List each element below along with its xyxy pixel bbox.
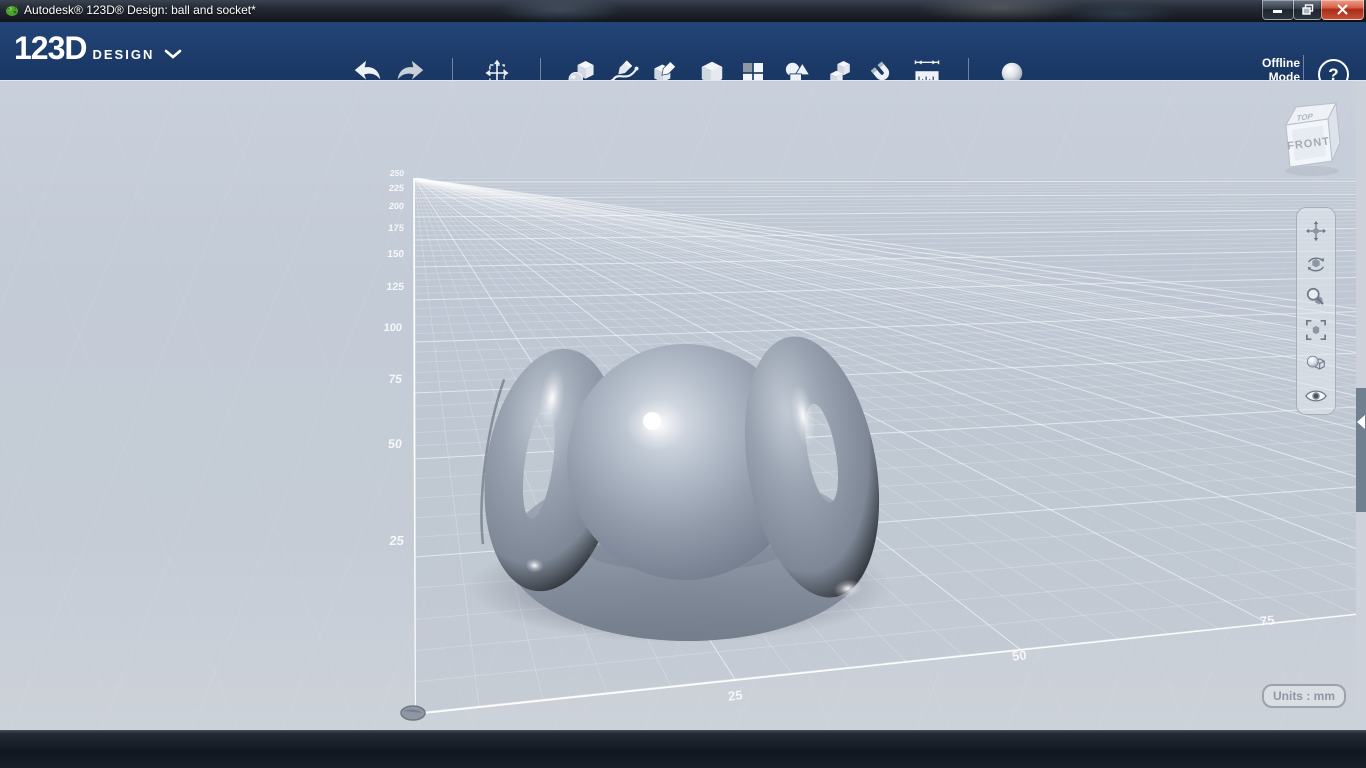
restore-button[interactable] [1293,0,1322,20]
window-title: Autodesk® 123D® Design: ball and socket* [24,3,256,17]
close-icon [1337,4,1348,15]
eye-icon [1305,390,1327,401]
window-titlebar[interactable]: Autodesk® 123D® Design: ball and socket* [0,0,1366,22]
axis-label: 125 [385,281,405,293]
offline-line1: Offline [1262,56,1300,70]
view-cube[interactable]: TOP FRONT [1272,95,1350,181]
flyout-arrow-icon [1357,415,1365,429]
shading-icon [1306,355,1325,370]
windows-taskbar: 2:59 AM 7/26/2013 [0,730,1366,768]
pan-button[interactable] [1301,214,1331,247]
chevron-down-icon [165,49,182,59]
axis-label: 150 [386,249,405,260]
axis-label: 100 [383,322,403,334]
zoom-icon [1306,287,1324,305]
orbit-icon [1307,256,1325,271]
axis-label: 175 [387,223,405,234]
restore-icon [1301,4,1313,15]
view-navigation-bar [1296,207,1336,415]
shading-button[interactable] [1301,346,1331,379]
units-label: Units : mm [1272,689,1335,703]
app-menu-button[interactable]: 123D DESIGN [14,30,182,67]
hide-show-button[interactable] [1301,379,1331,412]
origin-gizmo[interactable] [400,705,426,721]
3d-viewport-canvas[interactable]: 250 225 200 175 150 125 100 75 50 25 25 … [0,81,1366,730]
logo-123d: 123D [14,30,87,66]
fit-view-button[interactable] [1301,313,1331,346]
model-ball-and-socket[interactable] [430,295,900,665]
minimize-button[interactable] [1262,0,1294,20]
zoom-button[interactable] [1301,280,1331,313]
orbit-button[interactable] [1301,247,1331,280]
units-indicator[interactable]: Units : mm [1262,684,1346,708]
fit-view-icon [1306,319,1326,340]
logo-design: DESIGN [92,47,155,62]
axis-label: 75 [1259,612,1276,629]
pan-icon [1305,220,1327,241]
axis-label: 250 [389,168,405,178]
screen: Autodesk® 123D® Design: ball and socket*… [0,0,1366,768]
axis-label: 50 [1011,647,1028,664]
axis-label: 200 [388,201,405,211]
app-icon [6,5,18,16]
axis-label: 25 [727,687,744,704]
minimize-icon [1273,10,1282,13]
close-button[interactable] [1321,0,1364,20]
parts-flyout-tab[interactable] [1356,388,1366,512]
main-toolbar: 123D DESIGN Offline Mode ? [0,22,1366,93]
axis-label: 75 [387,372,403,386]
axis-label: 50 [387,437,403,451]
axis-label: 25 [388,533,405,548]
axis-label: 225 [388,183,405,193]
